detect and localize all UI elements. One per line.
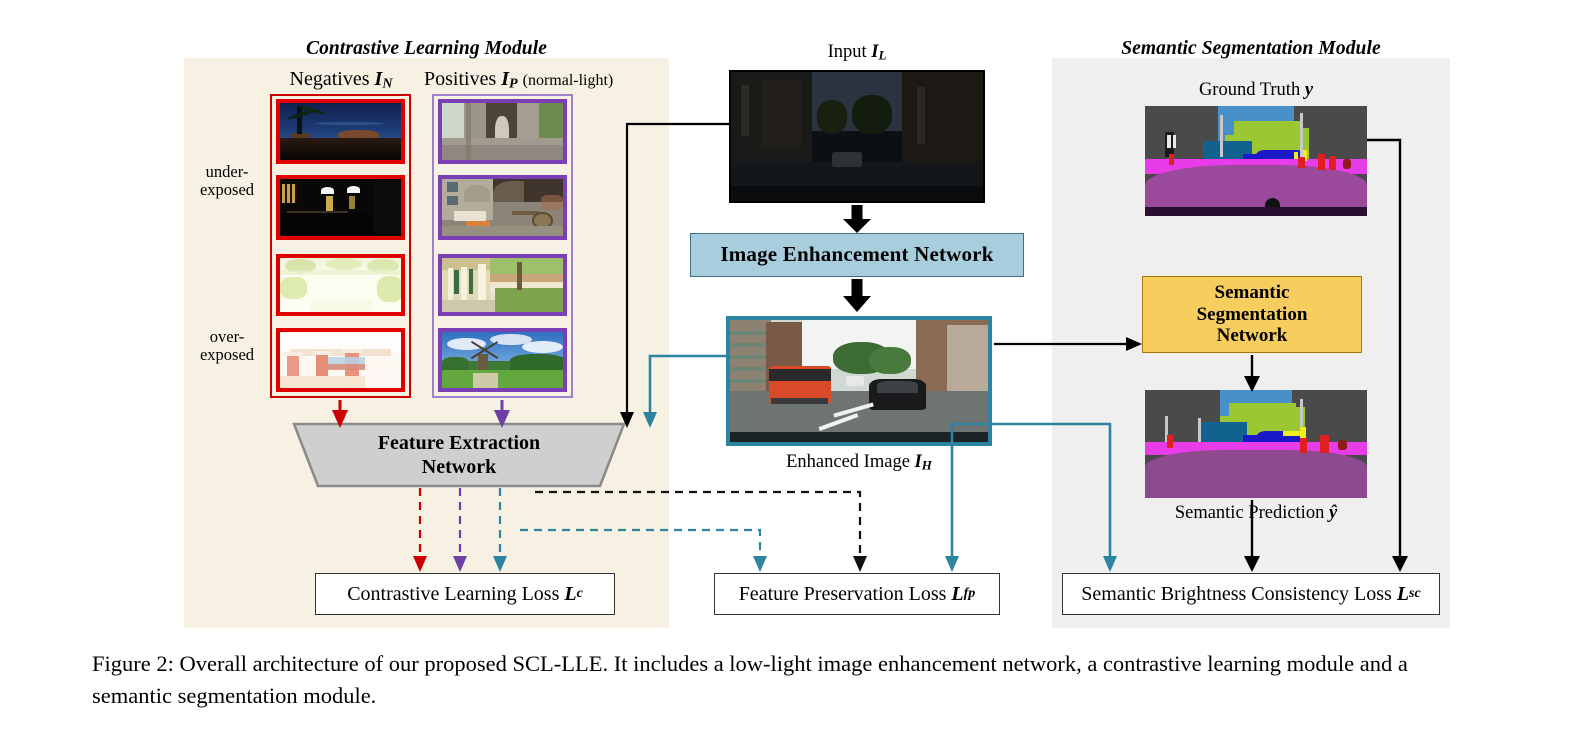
semantic-brightness-consistency-loss-box[interactable]: Semantic Brightness Consistency Loss Lsc (1062, 573, 1440, 615)
feature-preservation-loss-text: Feature Preservation Loss (738, 582, 947, 605)
semantic-loss-text: Semantic Brightness Consistency Loss (1081, 582, 1392, 605)
positives-header-text: Positives (424, 68, 497, 90)
negatives-header: Negatives IN (256, 68, 426, 93)
input-image-label: Input IL (730, 42, 984, 63)
positives-header: Positives IP (normal-light) (424, 68, 668, 93)
positive-thumbnail-colonnade (438, 254, 567, 316)
contrastive-loss-subscript: c (576, 586, 583, 601)
positive-thumbnail-windmill (438, 328, 567, 392)
image-enhancement-network-box[interactable]: Image Enhancement Network (690, 233, 1024, 277)
input-low-light-street-image (729, 70, 985, 203)
positives-note: (normal-light) (522, 72, 614, 89)
semantic-segmentation-network-label: Semantic Segmentation Network (1196, 282, 1308, 347)
semantic-loss-subscript: sc (1409, 586, 1421, 601)
negatives-subscript: N (382, 76, 393, 92)
ground-truth-label-text: Ground Truth (1198, 80, 1301, 100)
feature-preservation-loss-subscript: fp (963, 586, 976, 601)
figure-caption: Figure 2: Overall architecture of our pr… (92, 651, 1408, 708)
semantic-module-title: Semantic Segmentation Module (1121, 38, 1381, 59)
contrastive-learning-loss-box[interactable]: Contrastive Learning Loss Lc (315, 573, 615, 615)
contrastive-loss-symbol: L (564, 582, 577, 605)
enhanced-image-label: Enhanced Image IH (726, 452, 992, 473)
negative-thumbnail-overexposed-lawn (276, 254, 405, 316)
feature-extraction-network-label: Feature Extraction Network (377, 432, 541, 478)
semantic-prediction-label: Semantic Prediction ŷ (1145, 503, 1367, 524)
negative-thumbnail-overexposed-building (276, 328, 405, 392)
feature-preservation-loss-symbol: L (951, 582, 964, 605)
negatives-header-text: Negatives (289, 68, 370, 90)
enhanced-street-image (726, 316, 992, 446)
positives-symbol: I (501, 68, 510, 90)
enhanced-label-text: Enhanced Image (786, 452, 910, 472)
negative-thumbnail-joshua-tree-night (276, 99, 405, 164)
ground-truth-segmentation-map (1145, 106, 1367, 216)
positive-thumbnail-courtyard-cart (438, 175, 567, 240)
row-label-overexposed: over-exposed (186, 327, 268, 365)
positive-thumbnail-statue-archway (438, 99, 567, 164)
negative-thumbnail-dark-stairwell (276, 175, 405, 240)
input-label-text: Input (827, 42, 867, 62)
input-subscript: L (878, 47, 887, 63)
row-label-overexposed-text: over-exposed (199, 327, 255, 365)
semantic-segmentation-network-box[interactable]: Semantic Segmentation Network (1142, 276, 1362, 353)
semantic-loss-symbol: L (1396, 582, 1410, 605)
semantic-prediction-label-text: Semantic Prediction (1174, 503, 1325, 523)
row-label-underexposed-text: under-exposed (199, 162, 255, 200)
feature-preservation-loss-box[interactable]: Feature Preservation Loss Lfp (714, 573, 1000, 615)
arrow-input-to-enhancement (843, 205, 871, 233)
ground-truth-label: Ground Truth y (1145, 80, 1367, 101)
arrow-enhanced-to-feature-preservation-loss (945, 422, 992, 572)
arrow-enhancement-to-enhanced-image (843, 279, 871, 312)
row-label-underexposed: under-exposed (186, 162, 268, 200)
semantic-prediction-map (1145, 390, 1367, 498)
contrastive-module-title: Contrastive Learning Module (305, 38, 548, 59)
image-enhancement-network-label: Image Enhancement Network (720, 242, 994, 267)
feature-extraction-network-box[interactable]: Feature Extraction Network (294, 424, 624, 486)
enhanced-subscript: H (921, 457, 932, 473)
contrastive-loss-text: Contrastive Learning Loss (347, 582, 560, 605)
enhanced-symbol: I (914, 452, 922, 472)
ground-truth-symbol: y (1304, 80, 1314, 100)
semantic-prediction-symbol: ŷ (1328, 503, 1338, 523)
positives-subscript: P (509, 76, 518, 92)
